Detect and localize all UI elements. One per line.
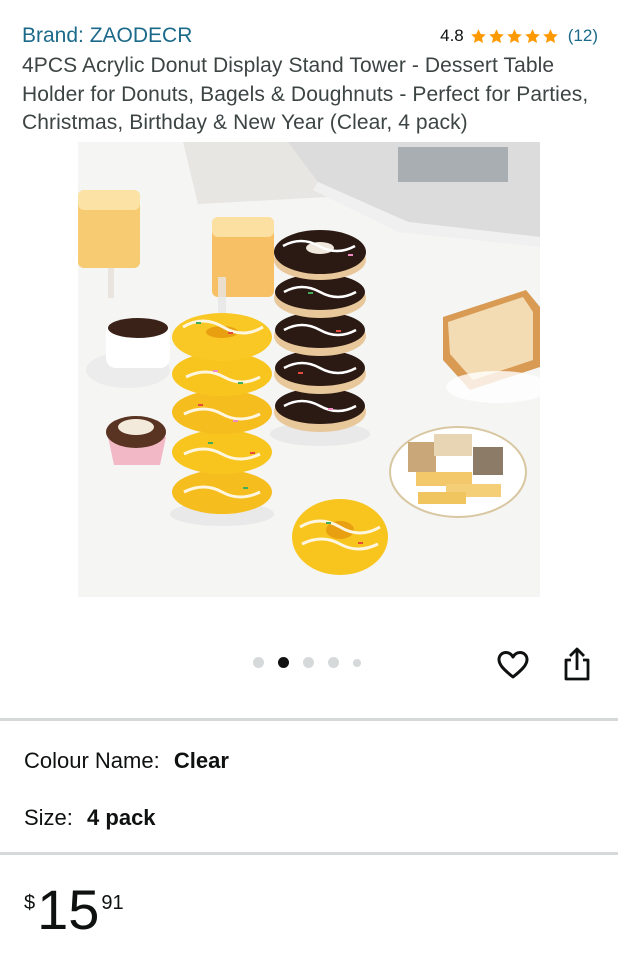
star-icon <box>488 28 504 43</box>
rating-summary[interactable]: 4.8 (12) <box>440 26 598 46</box>
donut-stand-photo <box>78 142 540 597</box>
product-title: 4PCS Acrylic Donut Display Stand Tower -… <box>22 54 589 134</box>
star-icon <box>524 28 540 43</box>
price-currency: $ <box>24 892 36 914</box>
size-value: 4 pack <box>87 805 156 830</box>
rating-stars <box>470 28 560 45</box>
product-header: Brand: ZAODECR 4.8 (12) 4PCS Acrylic Don… <box>22 22 598 138</box>
carousel-dot[interactable] <box>303 657 314 668</box>
colour-value: Clear <box>173 748 229 773</box>
star-icon <box>506 28 522 43</box>
price: $ 15 91 <box>24 882 124 938</box>
colour-label: Colour Name: <box>24 748 160 773</box>
rating-value: 4.8 <box>440 26 464 45</box>
star-icon <box>542 28 558 43</box>
price-whole: 15 <box>37 878 100 941</box>
carousel-dot[interactable] <box>328 657 339 668</box>
price-fraction: 91 <box>101 892 124 914</box>
image-carousel-dots[interactable] <box>253 657 375 668</box>
colour-selector[interactable]: Colour Name: Clear <box>24 748 229 774</box>
size-selector[interactable]: Size: 4 pack <box>24 805 156 831</box>
size-label: Size: <box>24 805 73 830</box>
share-icon[interactable] <box>560 646 594 682</box>
rating-count-link[interactable]: (12) <box>568 26 598 46</box>
carousel-dot[interactable] <box>353 658 361 667</box>
heart-icon[interactable] <box>496 648 530 682</box>
product-image[interactable] <box>78 142 540 597</box>
brand-rating-row: Brand: ZAODECR 4.8 (12) <box>22 22 598 50</box>
carousel-dot[interactable] <box>253 657 264 668</box>
carousel-dot-active[interactable] <box>278 657 289 668</box>
section-divider <box>0 852 618 855</box>
section-divider <box>0 718 618 721</box>
star-icon <box>470 28 486 43</box>
brand-link[interactable]: Brand: ZAODECR <box>22 24 192 48</box>
